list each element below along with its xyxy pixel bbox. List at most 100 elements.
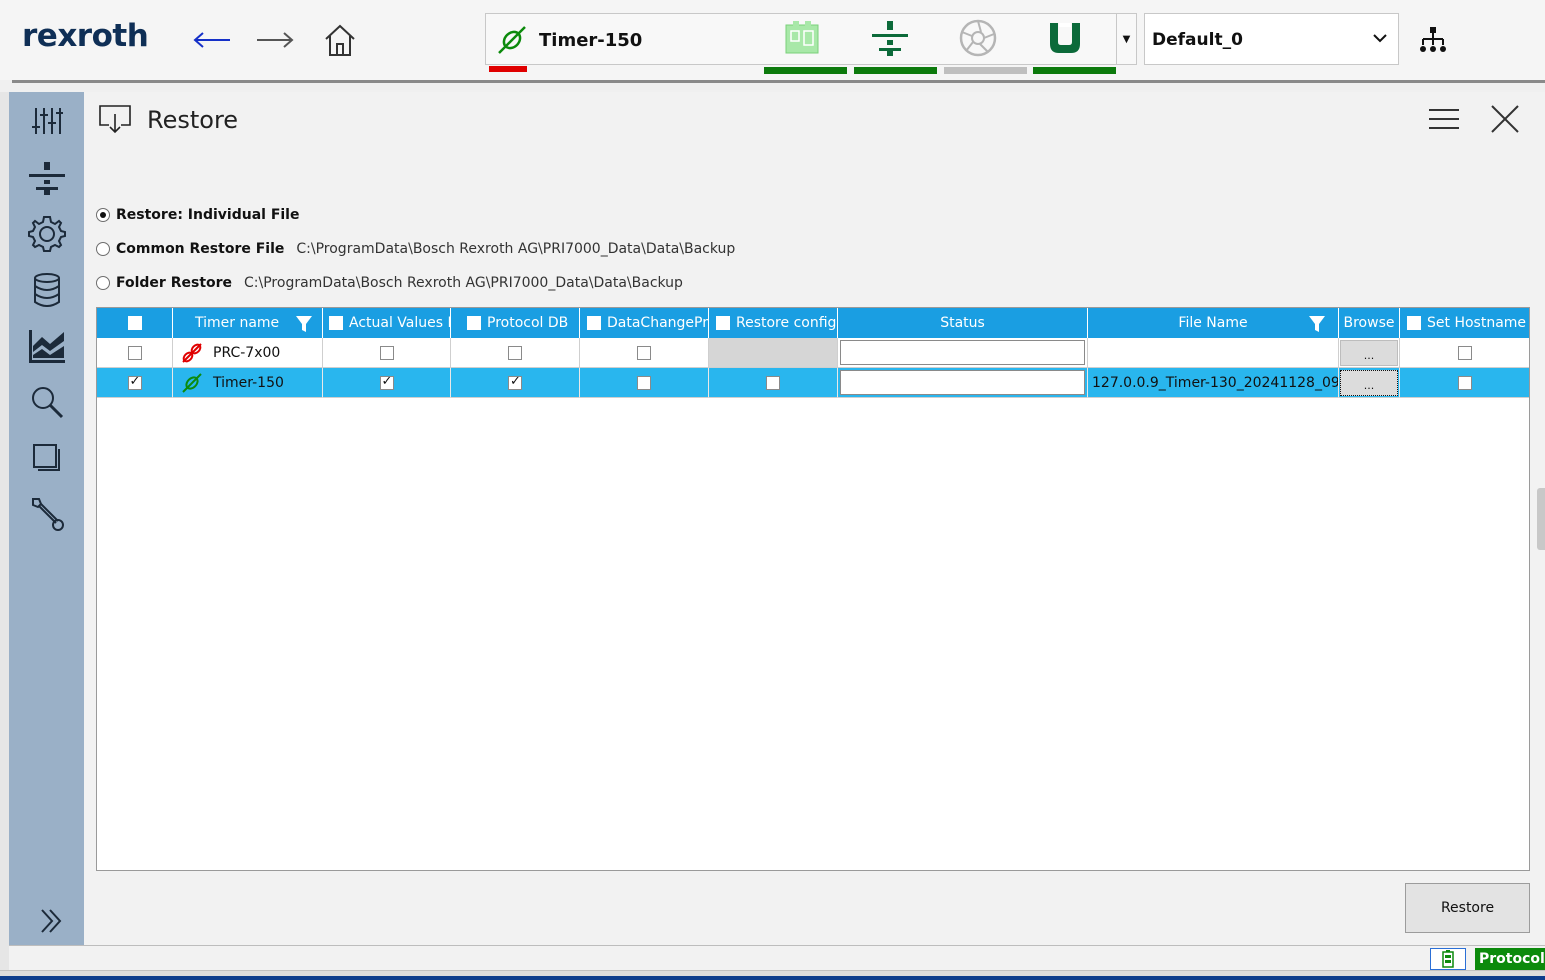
sidebar-item-windows[interactable] bbox=[27, 438, 67, 478]
option-individual-file[interactable]: Restore: Individual File bbox=[96, 207, 299, 223]
device-name: Timer-150 bbox=[539, 30, 643, 51]
status-field bbox=[840, 340, 1085, 365]
restore-config-cell[interactable] bbox=[709, 368, 838, 398]
data-change-checkbox[interactable] bbox=[637, 345, 651, 360]
network-topology-button[interactable] bbox=[1415, 22, 1451, 58]
controller-icon bbox=[785, 21, 819, 54]
set-hostname-cell[interactable] bbox=[1400, 368, 1529, 398]
header-restore-config-label: Restore config bbox=[736, 315, 837, 331]
hamburger-menu-icon[interactable] bbox=[1427, 104, 1461, 134]
status-cell bbox=[838, 368, 1088, 398]
actual-values-checkbox[interactable] bbox=[379, 345, 394, 360]
data-change-cell[interactable] bbox=[580, 368, 709, 398]
file-name-cell[interactable]: 127.0.0.9_Timer-130_20241128_0931 bbox=[1088, 368, 1339, 398]
actual-values-cell[interactable] bbox=[323, 368, 451, 398]
restore-config-cell-disabled bbox=[709, 338, 838, 368]
restore-button[interactable]: Restore bbox=[1405, 883, 1530, 933]
browse-button[interactable]: ... bbox=[1340, 339, 1398, 366]
chart-icon bbox=[29, 330, 65, 363]
row-select-checkbox[interactable] bbox=[127, 345, 142, 360]
option-folder-restore[interactable]: Folder Restore C:\ProgramData\Bosch Rexr… bbox=[96, 275, 683, 291]
sidebar-item-settings[interactable] bbox=[27, 214, 67, 254]
sidebar-item-parameters[interactable] bbox=[27, 101, 67, 141]
header-status[interactable]: Status bbox=[838, 308, 1088, 338]
timer-name-cell[interactable]: PRC-7x00 bbox=[173, 338, 323, 368]
sidebar-item-search[interactable] bbox=[27, 382, 67, 422]
header-data-change[interactable]: DataChangePr bbox=[580, 308, 709, 338]
header-timer-name[interactable]: Timer name bbox=[173, 308, 323, 338]
restore-config-checkbox[interactable] bbox=[766, 375, 780, 390]
search-icon bbox=[32, 387, 64, 419]
header-set-hostname[interactable]: Set Hostname bbox=[1400, 308, 1529, 338]
header-restore-config[interactable]: Restore config bbox=[709, 308, 838, 338]
electrode-status-button[interactable] bbox=[1043, 18, 1087, 58]
actual-values-checkbox[interactable] bbox=[379, 374, 394, 390]
row-select-cell[interactable] bbox=[97, 338, 173, 368]
servo-status-button[interactable] bbox=[956, 18, 1000, 58]
set-hostname-all-checkbox[interactable] bbox=[1407, 316, 1421, 330]
header-file-name[interactable]: File Name bbox=[1088, 308, 1339, 338]
row-select-checkbox[interactable] bbox=[127, 374, 142, 390]
protocol-db-checkbox[interactable] bbox=[508, 374, 522, 390]
home-button[interactable] bbox=[318, 18, 362, 62]
table-row[interactable]: PRC-7x00 ... bbox=[97, 338, 1529, 368]
protocol-status-badge[interactable]: Protocol S bbox=[1475, 948, 1545, 970]
radio-folder-restore[interactable] bbox=[96, 276, 110, 290]
actual-values-all-checkbox[interactable] bbox=[329, 316, 343, 330]
window-frame-bottom bbox=[0, 970, 1545, 980]
header-protocol-db[interactable]: Protocol DB bbox=[451, 308, 580, 338]
set-hostname-cell[interactable] bbox=[1400, 338, 1529, 368]
protocol-db-all-checkbox[interactable] bbox=[467, 316, 481, 330]
protocol-db-checkbox[interactable] bbox=[508, 345, 522, 360]
sidebar-item-database[interactable] bbox=[27, 270, 67, 310]
table-row-selected[interactable]: Timer-150 127.0.0.9_Timer-130_20241128_0… bbox=[97, 368, 1529, 398]
header-actual-values[interactable]: Actual Values I bbox=[323, 308, 451, 338]
row-select-cell[interactable] bbox=[97, 368, 173, 398]
protocol-db-cell[interactable] bbox=[451, 338, 580, 368]
common-restore-path: C:\ProgramData\Bosch Rexroth AG\PRI7000_… bbox=[296, 241, 736, 257]
sidebar-item-weld-axis[interactable] bbox=[27, 158, 67, 198]
right-panel-splitter[interactable] bbox=[1537, 488, 1545, 550]
data-change-checkbox[interactable] bbox=[637, 375, 651, 390]
filter-icon[interactable] bbox=[1308, 315, 1326, 333]
sidebar-item-tools[interactable] bbox=[27, 494, 67, 534]
filter-icon[interactable] bbox=[295, 315, 313, 333]
data-change-all-checkbox[interactable] bbox=[587, 316, 601, 330]
restore-config-all-checkbox[interactable] bbox=[716, 316, 730, 330]
weld-axis-status-button[interactable] bbox=[868, 18, 912, 58]
device-battery-button[interactable] bbox=[1430, 948, 1466, 970]
gear-icon bbox=[28, 216, 66, 252]
timer-name-cell[interactable]: Timer-150 bbox=[173, 368, 323, 398]
restore-panel: Restore Restore: Individual File Common … bbox=[84, 92, 1545, 945]
set-hostname-checkbox[interactable] bbox=[1457, 345, 1472, 360]
electrode-icon bbox=[1050, 23, 1080, 53]
connected-plug-icon bbox=[498, 26, 526, 54]
actual-values-cell[interactable] bbox=[323, 338, 451, 368]
close-icon[interactable] bbox=[1488, 102, 1522, 136]
toolbar-divider bbox=[12, 80, 1545, 83]
chevron-down-icon bbox=[1372, 28, 1388, 52]
radio-individual-file[interactable] bbox=[96, 208, 110, 222]
electrode-status-bar bbox=[1033, 67, 1116, 74]
expand-sidebar-icon[interactable] bbox=[36, 906, 66, 936]
select-all-checkbox[interactable] bbox=[127, 316, 142, 330]
sidebar-item-analysis[interactable] bbox=[27, 326, 67, 366]
data-change-cell[interactable] bbox=[580, 338, 709, 368]
set-hostname-checkbox[interactable] bbox=[1457, 375, 1472, 390]
radio-common-restore-file[interactable] bbox=[96, 242, 110, 256]
profile-select[interactable]: Default_0 bbox=[1144, 13, 1399, 65]
header-browse[interactable]: Browse bbox=[1339, 308, 1400, 338]
home-icon bbox=[325, 24, 355, 56]
protocol-db-cell[interactable] bbox=[451, 368, 580, 398]
status-dropdown-button[interactable]: ▼ bbox=[1116, 14, 1136, 64]
weld-axis-icon bbox=[872, 21, 908, 56]
browse-button[interactable]: ... bbox=[1340, 369, 1398, 396]
status-field bbox=[840, 370, 1085, 395]
forward-button[interactable] bbox=[253, 18, 297, 62]
wrench-icon bbox=[32, 498, 64, 531]
file-name-cell[interactable] bbox=[1088, 338, 1339, 368]
header-select-all[interactable] bbox=[97, 308, 173, 338]
controller-status-button[interactable] bbox=[781, 18, 825, 58]
option-common-restore-file[interactable]: Common Restore File C:\ProgramData\Bosch… bbox=[96, 241, 735, 257]
back-button[interactable] bbox=[190, 18, 234, 62]
